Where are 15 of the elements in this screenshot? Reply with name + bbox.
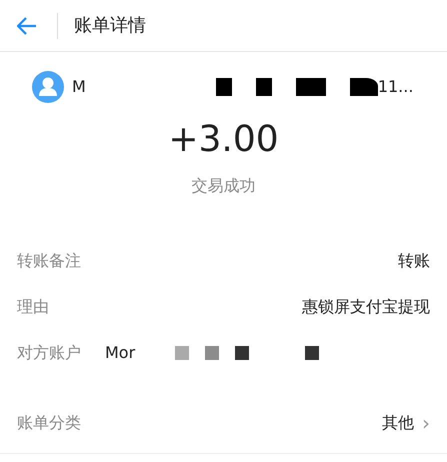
category-value[interactable]: 其他 (382, 410, 414, 434)
detail-value: 转账 (398, 250, 430, 272)
avatar-icon (32, 71, 64, 103)
detail-value: Mor (105, 342, 136, 364)
amount: +3.00 (168, 122, 279, 158)
detail-value: 惠锁屏支付宝提现 (302, 296, 430, 318)
status-text: 交易成功 (192, 176, 256, 195)
detail-label: 对方账户 (17, 342, 81, 364)
counterparty-name: M (72, 76, 86, 98)
back-icon[interactable] (17, 16, 37, 34)
detail-label: 转账备注 (17, 250, 81, 272)
page-title: 账单详情 (74, 14, 146, 38)
counterparty-name: 11... (378, 76, 414, 98)
detail-label: 理由 (17, 296, 49, 318)
detail-label: 账单分类 (17, 412, 81, 434)
